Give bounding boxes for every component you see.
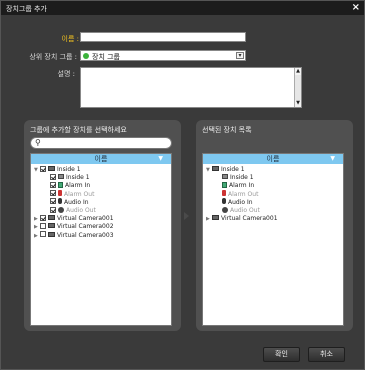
title-bar[interactable]: 장치그룹 추가 × [1,1,364,15]
alarm-in-icon [222,181,227,188]
name-column-label: 이름 [266,155,280,163]
tree-row-label: Audio Out [66,207,96,214]
tree-row[interactable]: ▼ Inside 1 [34,165,81,174]
name-column-header[interactable]: 이름 ▼ [31,154,171,164]
camera-icon [48,166,55,171]
tree-row[interactable]: Audio Out [44,206,96,215]
device-checkbox[interactable] [40,231,46,238]
description-scrollbar[interactable]: ▲ ▼ [294,68,301,107]
name-column-label: 이름 [94,155,108,163]
sort-dropdown-icon[interactable]: ▼ [158,154,163,164]
audio-in-icon [222,198,226,205]
name-input[interactable] [80,32,246,42]
selected-devices-title: 선택된 장치 목록 [202,126,252,134]
audio-out-icon [58,206,64,213]
tree-row-label: Virtual Camera003 [57,231,114,239]
sort-dropdown-icon[interactable]: ▼ [330,154,335,164]
tree-row[interactable]: Audio In [216,198,253,207]
alarm-out-icon [58,190,62,197]
parent-group-select[interactable]: 장치 그룹 ▾ [80,50,246,61]
device-checkbox[interactable] [40,222,46,229]
camera-channel-icon [222,174,228,180]
transfer-arrow-icon [184,212,189,220]
tree-row-label: Virtual Camera001 [221,215,278,223]
camera-icon [212,215,219,221]
chevron-down-icon[interactable]: ▾ [236,52,244,59]
alarm-out-icon [222,190,226,197]
name-column-header[interactable]: 이름 ▼ [203,154,343,164]
device-checkbox[interactable] [50,190,56,197]
camera-icon [48,231,55,237]
device-checkbox[interactable] [50,181,56,188]
dialog-title: 장치그룹 추가 [6,5,47,13]
tree-row[interactable]: ▶ Virtual Camera001 [206,215,278,223]
tree-row-label: Virtual Camera002 [57,223,114,231]
tree-row-label: Audio In [64,198,89,206]
available-devices-panel: 그룹에 추가할 장치를 선택하세요 ⚲ 이름 ▼ ▼ Inside 1 Inside… [24,120,181,331]
tree-row[interactable]: ▶ Virtual Camera003 [34,231,114,240]
ok-button[interactable]: 확인 [263,347,300,362]
selected-devices-panel: 선택된 장치 목록 이름 ▼ ▼ Inside 1 Inside 1 Alarm In… [196,120,353,331]
device-checkbox[interactable] [50,173,56,180]
scroll-up-icon[interactable]: ▲ [295,68,301,75]
camera-icon [48,215,55,221]
audio-out-icon [222,206,228,213]
tree-row-label: Alarm Out [64,190,95,198]
device-checkbox[interactable] [40,214,46,221]
add-device-group-dialog: 장치그룹 추가 × 이름 : 상위 장치 그룹 : 장치 그룹 ▾ 설명 : ▲… [0,0,365,370]
parent-group-label: 상위 장치 그룹 : [29,53,77,61]
parent-group-value: 장치 그룹 [92,53,120,61]
tree-row-label: Inside 1 [66,174,90,182]
tree-row-label: Audio Out [230,207,260,214]
search-icon: ⚲ [35,138,41,147]
scroll-down-icon[interactable]: ▼ [295,100,301,107]
tree-row[interactable]: Audio Out [216,206,260,215]
device-checkbox[interactable] [50,198,56,205]
tree-row-label: Audio In [228,198,253,206]
tree-row-label: Virtual Camera001 [57,215,114,223]
device-checkbox[interactable] [50,206,56,213]
device-search-input[interactable]: ⚲ [30,137,172,149]
cancel-button[interactable]: 취소 [308,347,345,362]
selected-devices-list[interactable]: 이름 ▼ ▼ Inside 1 Inside 1 Alarm In Alarm Out A… [202,153,344,326]
description-label: 설명 : [57,70,75,78]
name-label: 이름 : [61,35,79,43]
tree-row-label: Inside 1 [57,166,81,173]
tree-row-label: Inside 1 [230,174,254,182]
tree-row-label: Alarm In [65,182,91,190]
device-group-icon [83,53,89,59]
available-devices-list[interactable]: 이름 ▼ ▼ Inside 1 Inside 1 Alarm In Alarm Out A… [30,153,172,326]
tree-row[interactable]: ▼ Inside 1 [206,166,245,174]
camera-channel-icon [58,174,64,180]
device-checkbox[interactable] [40,165,46,172]
available-devices-title: 그룹에 추가할 장치를 선택하세요 [30,126,127,134]
tree-row-label: Alarm In [229,182,255,190]
close-icon[interactable]: × [352,2,360,14]
camera-icon [48,223,55,229]
tree-row-label: Inside 1 [221,166,245,173]
tree-row-label: Alarm Out [228,190,259,198]
camera-icon [212,166,219,171]
audio-in-icon [58,198,62,205]
alarm-in-icon [58,181,63,188]
description-textarea[interactable]: ▲ ▼ [80,67,302,108]
